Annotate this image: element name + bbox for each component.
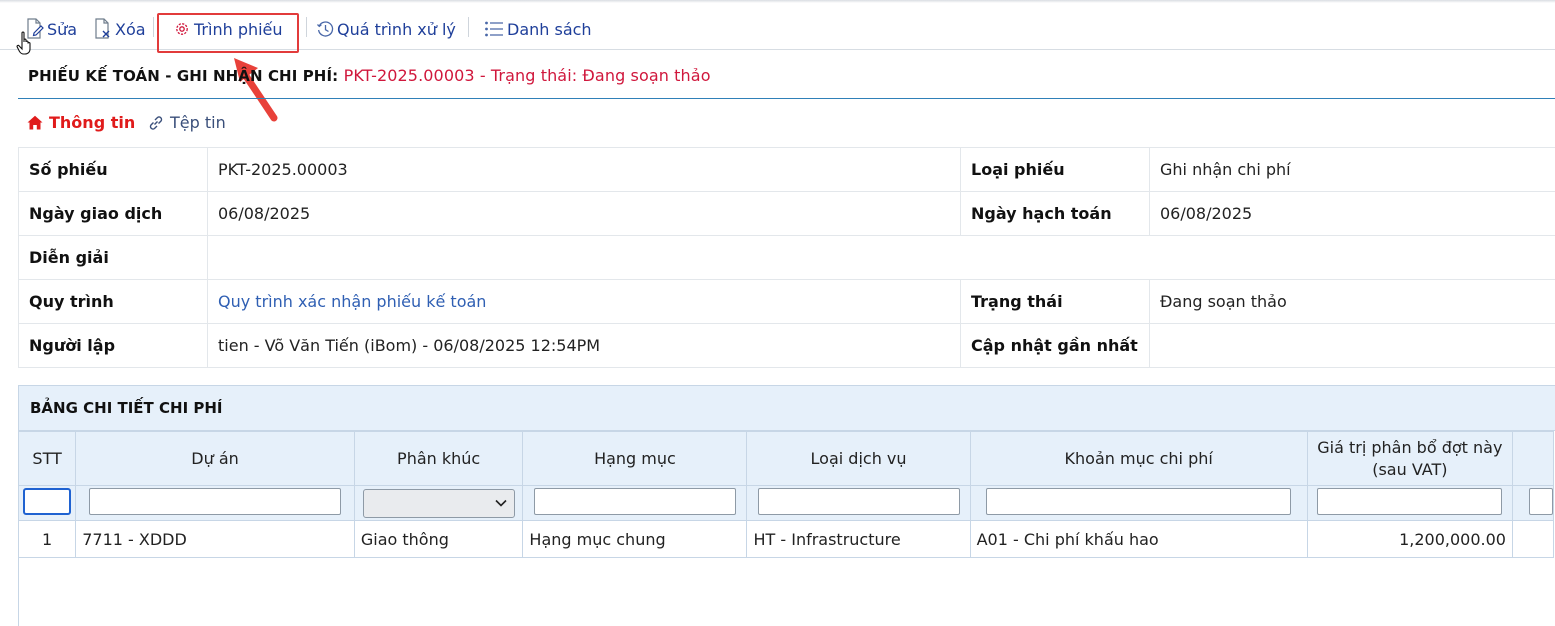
expense-detail-title: BẢNG CHI TIẾT CHI PHÍ (19, 386, 1555, 431)
trang-thai-value: Đang soạn thảo (1149, 279, 1555, 324)
toolbar: Sửa Xóa Trình phiếu Quá trình xử lý Danh… (0, 6, 1555, 53)
info-row: Quy trình Quy trình xác nhận phiếu kế to… (18, 279, 1555, 324)
tab-info-label: Thông tin (49, 113, 136, 132)
gia-tri-header-line2: (sau VAT) (1372, 459, 1448, 479)
filter-hang-muc-input[interactable] (533, 487, 736, 515)
cell-stt: 1 (17, 520, 77, 558)
tab-files-label: Tệp tin (170, 113, 226, 132)
cell-khoan-muc: A01 - Chi phí khấu hao (969, 520, 1308, 558)
toolbar-divider (306, 17, 307, 37)
info-table: Số phiếu PKT-2025.00003 Loại phiếu Ghi n… (18, 147, 1555, 368)
list-label: Danh sách (507, 19, 592, 39)
info-row: Số phiếu PKT-2025.00003 Loại phiếu Ghi n… (18, 147, 1555, 192)
hand-cursor-icon (16, 31, 31, 55)
history-button[interactable]: Quá trình xử lý (316, 16, 456, 42)
chevron-down-icon (495, 499, 507, 507)
cell-extra (1511, 520, 1555, 558)
loai-phieu-value: Ghi nhận chi phí (1149, 147, 1555, 192)
column-header-extra[interactable] (1511, 431, 1555, 486)
list-icon (485, 21, 503, 37)
info-row: Người lập tien - Võ Văn Tiến (iBom) - 06… (18, 323, 1555, 368)
toolbar-divider (468, 17, 469, 37)
delete-label: Xóa (115, 19, 146, 39)
quy-trinh-link[interactable]: Quy trình xác nhận phiếu kế toán (207, 279, 961, 324)
info-row: Diễn giải (18, 235, 1555, 280)
gia-tri-header-line1: Giá trị phân bổ đợt này (1317, 437, 1503, 457)
column-header-hang-muc[interactable]: Hạng mục (522, 431, 748, 486)
column-header-stt[interactable]: STT (17, 431, 77, 486)
red-arrow-icon (234, 58, 278, 122)
cell-hang-muc: Hạng mục chung (522, 520, 748, 558)
home-icon (27, 115, 43, 130)
table-row[interactable]: 1 7711 - XDDD Giao thông Hạng mục chung … (17, 520, 1555, 558)
info-row: Ngày giao dịch 06/08/2025 Ngày hạch toán… (18, 191, 1555, 236)
filter-row (17, 485, 1555, 521)
ngay-hach-toan-value: 06/08/2025 (1149, 191, 1555, 236)
so-phieu-value: PKT-2025.00003 (207, 147, 961, 192)
cell-phan-khuc: Giao thông (353, 520, 524, 558)
filter-khoan-muc-input[interactable] (986, 487, 1292, 515)
expense-detail-table: STT Dự án Phân khúc Hạng mục Loại dịch v… (17, 431, 1555, 558)
column-header-du-an[interactable]: Dự án (75, 431, 355, 486)
cell-loai-dich-vu: HT - Infrastructure (746, 520, 971, 558)
delete-document-icon (95, 18, 110, 39)
column-header-phan-khuc[interactable]: Phân khúc (353, 431, 524, 486)
dien-giai-value (207, 235, 1555, 280)
ngay-hach-toan-label: Ngày hạch toán (960, 191, 1150, 236)
gear-icon (176, 23, 188, 35)
filter-stt-input[interactable] (23, 487, 72, 515)
filter-phan-khuc-select[interactable] (362, 488, 515, 518)
filter-gia-tri-input[interactable] (1317, 487, 1503, 515)
page-title-status: PKT-2025.00003 - Trạng thái: Đang soạn t… (343, 66, 711, 85)
cell-gia-tri: 1,200,000.00 (1306, 520, 1513, 558)
cap-nhat-value (1149, 323, 1555, 368)
loai-phieu-label: Loại phiếu (960, 147, 1150, 192)
title-divider (18, 98, 1555, 99)
top-edge (0, 0, 1555, 3)
nguoi-lap-label: Người lập (18, 323, 208, 368)
filter-loai-dich-vu-input[interactable] (757, 487, 960, 515)
page-title-prefix: PHIẾU KẾ TOÁN - GHI NHẬN CHI PHÍ: (28, 67, 339, 85)
history-label: Quá trình xử lý (337, 19, 456, 39)
dien-giai-label: Diễn giải (18, 235, 208, 280)
ngay-giao-dich-value: 06/08/2025 (207, 191, 961, 236)
column-header-khoan-muc[interactable]: Khoản mục chi phí (969, 431, 1308, 486)
cap-nhat-label: Cập nhật gần nhất (960, 323, 1150, 368)
so-phieu-label: Số phiếu (18, 147, 208, 192)
nguoi-lap-value: tien - Võ Văn Tiến (iBom) - 06/08/2025 1… (207, 323, 961, 368)
expense-detail-panel: BẢNG CHI TIẾT CHI PHÍ STT Dự án Phân khú… (17, 385, 1555, 626)
filter-extra-input[interactable] (1528, 487, 1553, 515)
filter-du-an-input[interactable] (89, 487, 342, 515)
submit-label: Trình phiếu (194, 19, 283, 39)
tab-files[interactable]: Tệp tin (148, 113, 226, 132)
ngay-giao-dich-label: Ngày giao dịch (18, 191, 208, 236)
link-icon (149, 115, 163, 130)
tab-info[interactable]: Thông tin (27, 113, 135, 132)
page-title: PHIẾU KẾ TOÁN - GHI NHẬN CHI PHÍ: PKT-20… (28, 66, 711, 85)
submit-button[interactable]: Trình phiếu (173, 16, 283, 42)
delete-button[interactable]: Xóa (93, 16, 146, 42)
column-header-gia-tri[interactable]: Giá trị phân bổ đợt này (sau VAT) (1306, 431, 1513, 486)
quy-trinh-label: Quy trình (18, 279, 208, 324)
list-button[interactable]: Danh sách (484, 16, 592, 42)
toolbar-divider (153, 17, 154, 37)
table-header-row: STT Dự án Phân khúc Hạng mục Loại dịch v… (17, 431, 1555, 486)
edit-label: Sửa (47, 19, 78, 39)
column-header-loai-dich-vu[interactable]: Loại dịch vụ (746, 431, 971, 486)
history-clock-icon (317, 20, 334, 37)
cell-du-an-link[interactable]: 7711 - XDDD (75, 520, 355, 558)
trang-thai-label: Trạng thái (960, 279, 1150, 324)
